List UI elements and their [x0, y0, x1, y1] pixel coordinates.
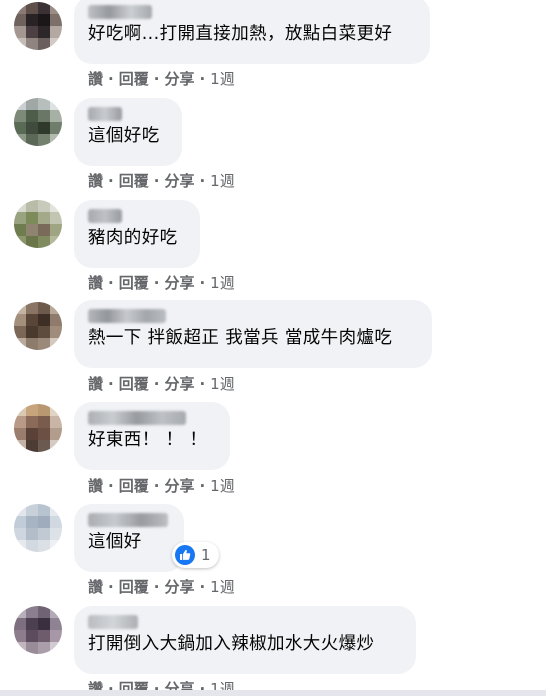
reply-button[interactable]: 回覆: [119, 272, 149, 293]
share-button[interactable]: 分享: [164, 576, 194, 597]
comment-text: 好東西！ ！ ！: [88, 430, 208, 450]
comment-actions: 讚 · 回覆 · 分享 · 1週: [88, 373, 235, 394]
like-button[interactable]: 讚: [88, 68, 103, 89]
commenter-name-blurred[interactable]: [88, 5, 152, 19]
comment-actions: 讚 · 回覆 · 分享 · 1週: [88, 68, 235, 89]
separator: ·: [153, 477, 160, 495]
comment-text: 好吃啊...打開直接加熱，放點白菜更好: [88, 24, 393, 44]
comment-text: 這個好吃: [88, 126, 160, 146]
avatar[interactable]: [14, 2, 62, 50]
comment-bubble: 豬肉的好吃: [74, 200, 200, 268]
commenter-name-blurred[interactable]: [88, 309, 166, 323]
commenter-name-blurred[interactable]: [88, 209, 122, 223]
comment-actions: 讚 · 回覆 · 分享 · 1週: [88, 170, 235, 191]
like-button[interactable]: 讚: [88, 576, 103, 597]
comment-text: 這個好: [88, 532, 142, 552]
reply-button[interactable]: 回覆: [119, 170, 149, 191]
reply-button[interactable]: 回覆: [119, 373, 149, 394]
like-button[interactable]: 讚: [88, 373, 103, 394]
timestamp[interactable]: 1週: [210, 576, 235, 597]
comment-actions: 讚 · 回覆 · 分享 · 1週: [88, 576, 235, 597]
separator: ·: [108, 70, 114, 88]
comment-bubble: 好東西！ ！ ！: [74, 402, 230, 470]
comment-thread: 好吃啊...打開直接加熱，放點白菜更好 讚 · 回覆 · 分享 · 1週 這個好吃 讚 · 回覆…: [0, 0, 546, 696]
commenter-name-blurred[interactable]: [88, 513, 168, 527]
separator: ·: [108, 477, 114, 495]
avatar[interactable]: [14, 200, 62, 248]
comment-text: 打開倒入大鍋加入辣椒加水大火爆炒: [88, 634, 375, 654]
timestamp[interactable]: 1週: [210, 373, 235, 394]
avatar[interactable]: [14, 302, 62, 350]
separator: ·: [108, 274, 114, 292]
comment-bubble: 這個好吃: [74, 98, 182, 166]
timestamp[interactable]: 1週: [210, 475, 235, 496]
separator: ·: [153, 274, 160, 292]
commenter-name-blurred[interactable]: [88, 107, 122, 121]
avatar[interactable]: [14, 404, 62, 452]
avatar[interactable]: [14, 98, 62, 146]
separator: ·: [199, 477, 206, 495]
separator: ·: [108, 172, 114, 190]
comment-bubble: 熱一下 拌飯超正 我當兵 當成牛肉爐吃: [74, 300, 432, 368]
like-button[interactable]: 讚: [88, 272, 103, 293]
thumbs-up-icon: [175, 545, 195, 565]
separator: ·: [199, 70, 206, 88]
share-button[interactable]: 分享: [164, 68, 194, 89]
like-button[interactable]: 讚: [88, 475, 103, 496]
timestamp[interactable]: 1週: [210, 170, 235, 191]
timestamp[interactable]: 1週: [210, 68, 235, 89]
timestamp[interactable]: 1週: [210, 272, 235, 293]
reply-button[interactable]: 回覆: [119, 576, 149, 597]
separator: ·: [153, 375, 160, 393]
separator: ·: [108, 578, 114, 596]
commenter-name-blurred[interactable]: [88, 615, 138, 629]
comment-actions: 讚 · 回覆 · 分享 · 1週: [88, 272, 235, 293]
share-button[interactable]: 分享: [164, 475, 194, 496]
separator: ·: [199, 578, 206, 596]
reaction-count: 1: [201, 546, 211, 564]
comment-text: 熱一下 拌飯超正 我當兵 當成牛肉爐吃: [88, 328, 393, 348]
avatar[interactable]: [14, 606, 62, 654]
separator: ·: [153, 70, 160, 88]
separator: ·: [108, 375, 114, 393]
bottom-edge: [0, 690, 546, 696]
separator: ·: [199, 172, 206, 190]
avatar[interactable]: [14, 504, 62, 552]
comment-bubble: 打開倒入大鍋加入辣椒加水大火爆炒: [74, 606, 416, 674]
share-button[interactable]: 分享: [164, 272, 194, 293]
commenter-name-blurred[interactable]: [88, 411, 186, 425]
reply-button[interactable]: 回覆: [119, 68, 149, 89]
separator: ·: [153, 578, 160, 596]
comment-bubble: 好吃啊...打開直接加熱，放點白菜更好: [74, 0, 430, 64]
comment-text: 豬肉的好吃: [88, 228, 178, 248]
reply-button[interactable]: 回覆: [119, 475, 149, 496]
like-button[interactable]: 讚: [88, 170, 103, 191]
separator: ·: [153, 172, 160, 190]
separator: ·: [199, 274, 206, 292]
share-button[interactable]: 分享: [164, 170, 194, 191]
separator: ·: [199, 375, 206, 393]
comment-actions: 讚 · 回覆 · 分享 · 1週: [88, 475, 235, 496]
reaction-badge[interactable]: 1: [172, 542, 219, 568]
share-button[interactable]: 分享: [164, 373, 194, 394]
comment-bubble: 這個好: [74, 504, 184, 572]
